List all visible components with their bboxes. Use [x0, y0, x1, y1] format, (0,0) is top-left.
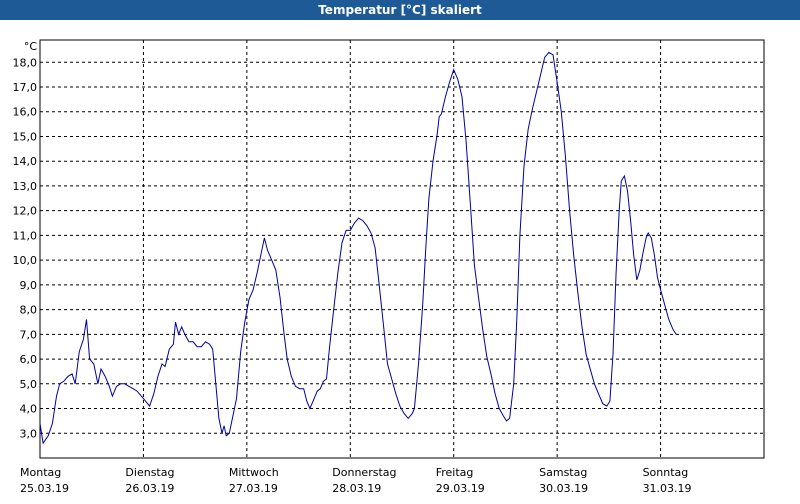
y-tick-label: 12,0: [13, 205, 38, 218]
x-date-label: 26.03.19: [125, 482, 174, 495]
x-axis: Montag 25.03.19 Dienstag 26.03.19 Mittwoch 27…: [20, 466, 692, 495]
y-tick-label: 5,0: [20, 378, 38, 391]
temperature-series-line: [39, 51, 677, 445]
y-tick-label: 3,0: [20, 427, 38, 440]
y-tick-label: 6,0: [20, 353, 38, 366]
x-day-label: Mittwoch: [229, 466, 279, 479]
y-tick-label: 4,0: [20, 403, 38, 416]
chart-area: 3,0 4,0 5,0 6,0 7,0 8,0 9,0 10,0 11,0 12,0 13,0 14,…: [0, 20, 800, 500]
x-day-label: Samstag: [539, 466, 587, 479]
y-tick-label: 15,0: [13, 130, 38, 143]
x-day-label: Montag: [20, 466, 61, 479]
x-day-label: Sonntag: [643, 466, 689, 479]
y-tick-label: 16,0: [13, 106, 38, 119]
y-unit-label: °C: [24, 40, 38, 53]
y-tick-label: 10,0: [13, 254, 38, 267]
y-tick-label: 13,0: [13, 180, 38, 193]
y-tick-label: 14,0: [13, 155, 38, 168]
x-date-label: 29.03.19: [436, 482, 485, 495]
temperature-line-chart: 3,0 4,0 5,0 6,0 7,0 8,0 9,0 10,0 11,0 12,0 13,0 14,…: [13, 39, 765, 495]
x-day-label: Freitag: [436, 466, 474, 479]
x-date-label: 27.03.19: [229, 482, 278, 495]
y-tick-label: 7,0: [20, 328, 38, 341]
x-date-label: 28.03.19: [332, 482, 381, 495]
x-date-label: 30.03.19: [539, 482, 588, 495]
y-axis: 3,0 4,0 5,0 6,0 7,0 8,0 9,0 10,0 11,0 12,0 13,0 14,…: [13, 40, 38, 440]
y-tick-label: 9,0: [20, 279, 38, 292]
chart-title: Temperatur [°C] skaliert: [0, 0, 800, 20]
y-tick-label: 8,0: [20, 304, 38, 317]
x-date-label: 31.03.19: [643, 482, 692, 495]
x-date-label: 25.03.19: [20, 482, 69, 495]
x-day-label: Dienstag: [125, 466, 174, 479]
y-tick-label: 18,0: [13, 56, 38, 69]
x-day-label: Donnerstag: [332, 466, 396, 479]
plot-frame: [39, 39, 765, 459]
y-tick-label: 17,0: [13, 81, 38, 94]
y-tick-label: 11,0: [13, 229, 38, 242]
grid: [40, 40, 764, 458]
